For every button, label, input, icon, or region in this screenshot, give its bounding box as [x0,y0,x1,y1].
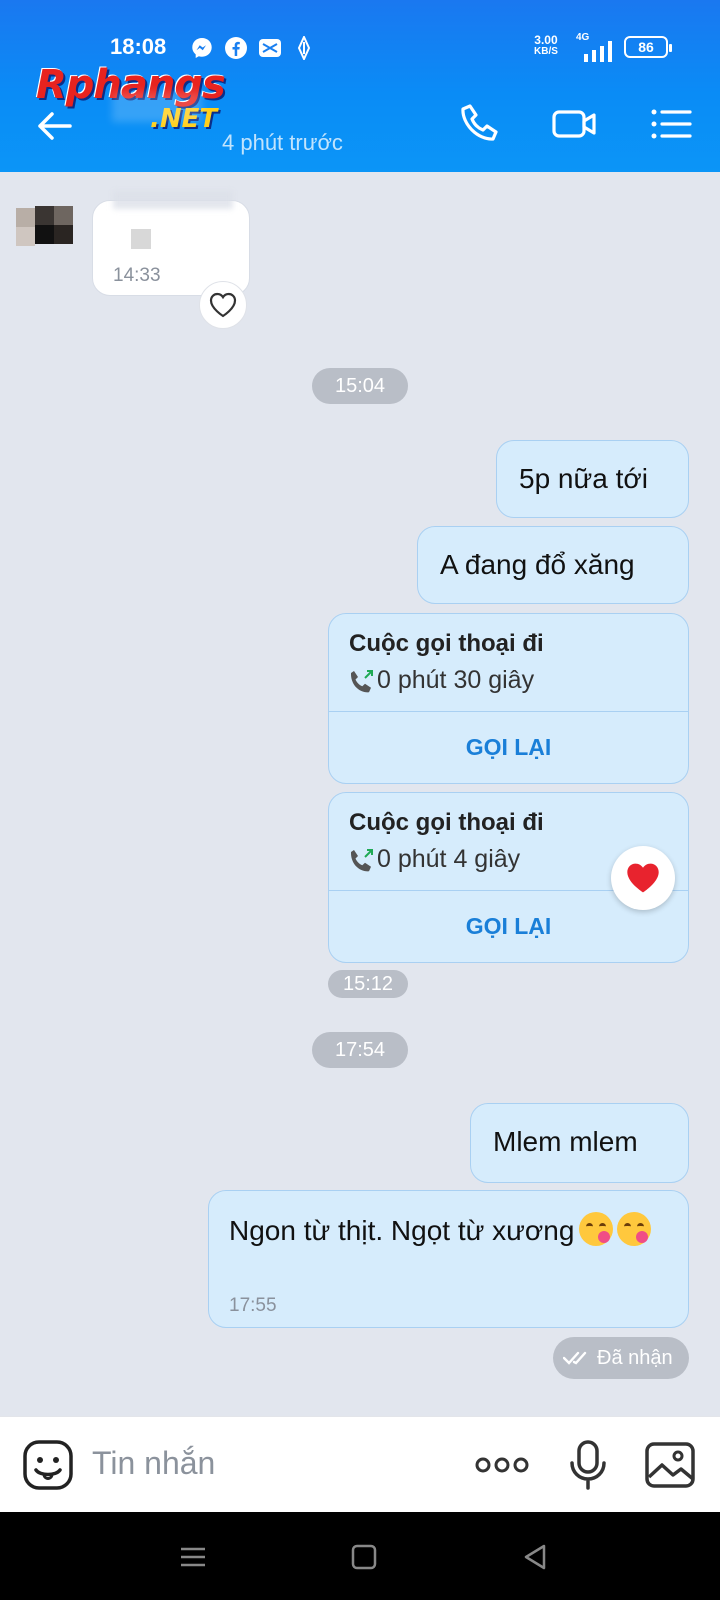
net-speed-value: 3.00 [534,33,558,47]
microphone-icon[interactable] [562,1439,614,1491]
heart-reaction[interactable] [611,846,675,910]
last-seen-text: 4 phút trước [222,130,343,155]
app-icon [297,36,311,60]
voice-call-icon[interactable] [456,100,504,148]
image-gallery-icon[interactable] [644,1439,696,1491]
heart-outline-icon [209,292,237,318]
message-text: 5p nữa tới [519,463,648,494]
capcut-icon [259,39,281,57]
network-speed: 3.00 KB/S [534,34,558,58]
chat-header: 18:08 3.00 KB/S 4G 86 Rphangs .NET 4 phú… [0,0,720,172]
system-nav-bar [0,1512,720,1600]
contact-avatar[interactable] [16,206,74,246]
outgoing-call-icon [350,670,373,693]
yum-emoji-icon [578,1212,613,1246]
call-title: Cuộc gọi thoại đi [349,809,544,836]
call-title: Cuộc gọi thoại đi [349,630,544,657]
red-heart-icon [627,863,659,893]
more-icon[interactable] [474,1439,530,1491]
delivery-status-text: Đã nhận [597,1347,673,1369]
facebook-icon [225,37,247,59]
message-time: 14:33 [113,265,161,286]
sent-message[interactable]: A đang đổ xăng [417,526,689,604]
call-duration: 0 phút 30 giây [377,666,535,694]
menu-list-icon[interactable] [648,100,696,148]
sent-message[interactable]: 5p nữa tới [496,440,689,518]
message-time: 15:12 [328,970,408,998]
react-button[interactable] [199,281,247,329]
call-duration: 0 phút 4 giây [377,845,521,873]
outgoing-call-icon [350,849,373,872]
message-input[interactable]: Tin nhắn [92,1445,215,1482]
sent-message[interactable]: Mlem mlem [470,1103,689,1183]
home-icon[interactable] [349,1542,379,1572]
call-back-button[interactable]: GỌI LẠI [329,712,688,782]
blurred-contact-name [112,92,202,122]
call-card: Cuộc gọi thoại đi 0 phút 30 giây GỌI LẠI [328,613,689,784]
message-time: 17:55 [229,1295,277,1316]
delivery-status: Đã nhận [553,1337,689,1379]
sticker-icon[interactable] [22,1439,74,1491]
video-call-icon[interactable] [550,100,598,148]
net-speed-unit: KB/S [534,46,558,57]
signal-icon [584,41,612,62]
recents-icon[interactable] [178,1542,208,1572]
message-text: Ngon từ thịt. Ngọt từ xương [229,1215,575,1246]
double-check-icon [563,1351,587,1365]
yum-emoji-icon [617,1212,652,1246]
sent-message[interactable]: Ngon từ thịt. Ngọt từ xương 17:55 [208,1190,689,1328]
battery-indicator: 86 [624,36,672,58]
back-arrow-icon[interactable] [34,106,74,146]
blurred-content [131,229,151,249]
message-text: A đang đổ xăng [440,549,635,580]
time-separator: 17:54 [312,1032,408,1068]
status-time: 18:08 [110,34,167,59]
blurred-content [113,191,233,209]
message-text: Mlem mlem [493,1126,638,1157]
back-nav-icon[interactable] [520,1542,550,1572]
message-input-bar: Tin nhắn [0,1416,720,1512]
time-separator: 15:04 [312,368,408,404]
messenger-icon [192,38,212,58]
message-body: Ngon từ thịt. Ngọt từ xương [229,1211,669,1256]
